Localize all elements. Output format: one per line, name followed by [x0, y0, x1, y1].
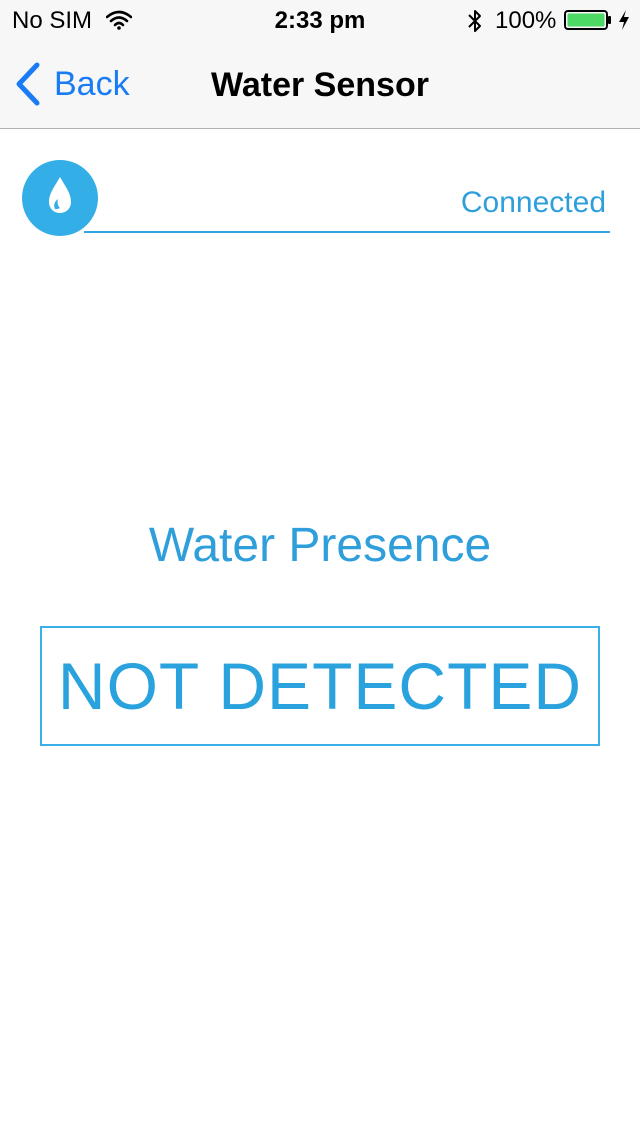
water-presence-label: Water Presence: [148, 519, 492, 572]
water-drop-icon: [22, 160, 98, 236]
detection-status-box: NOT DETECTED: [40, 626, 600, 746]
device-header: Connected: [0, 128, 640, 248]
charging-bolt-icon: [619, 10, 629, 30]
battery-icon: [564, 10, 611, 30]
status-bar: No SIM 2:33 pm 100%: [0, 0, 640, 40]
bluetooth-icon: [468, 10, 481, 32]
divider: [84, 231, 610, 233]
navigation-bar: Back Water Sensor: [0, 40, 640, 128]
page-title: Water Sensor: [211, 66, 429, 104]
battery-fill: [567, 13, 605, 27]
water-drop-glyph: [49, 177, 71, 213]
battery-percent: 100%: [495, 7, 557, 34]
connection-status: Connected: [460, 186, 606, 219]
detection-status-value: NOT DETECTED: [57, 649, 583, 723]
top-bar: No SIM 2:33 pm 100% Back Water Sensor: [0, 0, 640, 129]
